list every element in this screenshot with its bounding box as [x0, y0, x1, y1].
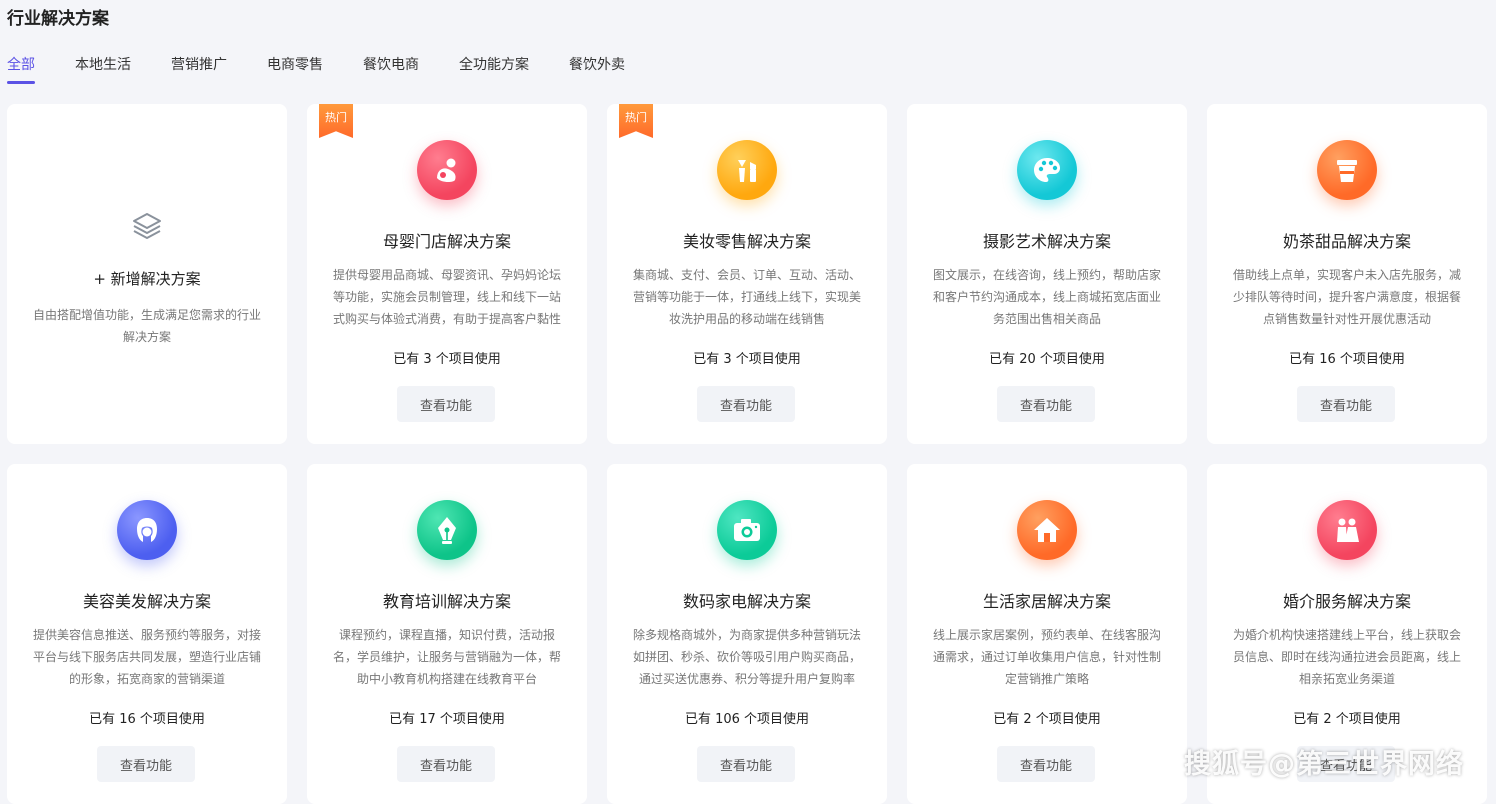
tab-ecommerce-retail[interactable]: 电商零售 — [267, 54, 323, 84]
usage-count: 已有 106 个项目使用 — [684, 712, 810, 727]
usage-count: 已有 17 个项目使用 — [389, 712, 505, 727]
view-features-button[interactable]: 查看功能 — [997, 386, 1095, 422]
solution-desc: 集商城、支付、会员、订单、互动、活动、营销等功能于一体，打通线上线下，实现美妆洗… — [632, 268, 861, 326]
layers-icon — [133, 213, 161, 239]
solution-desc: 借助线上点单，实现客户未入店先服务，减少排队等待时间，提升客户满意度，根据餐点销… — [1232, 268, 1461, 326]
page-title: 行业解决方案 — [7, 9, 109, 29]
solution-desc: 图文展示，在线咨询，线上预约，帮助店家和客户节约沟通成本，线上商城拓宽店面业务范… — [932, 268, 1161, 326]
tab-all[interactable]: 全部 — [7, 54, 35, 84]
view-features-button[interactable]: 查看功能 — [697, 386, 795, 422]
solution-name: 婚介服务解决方案 — [1282, 592, 1411, 611]
solution-card: 热门 美妆零售解决方案 集商城、支付、会员、订单、互动、活动、营销等功能于一体，… — [607, 104, 887, 444]
camera-icon — [717, 500, 777, 560]
tab-full-feature[interactable]: 全功能方案 — [459, 54, 529, 84]
solution-name: 教育培训解决方案 — [382, 592, 511, 611]
solution-card: 奶茶甜品解决方案 借助线上点单，实现客户未入店先服务，减少排队等待时间，提升客户… — [1207, 104, 1487, 444]
tab-marketing[interactable]: 营销推广 — [171, 54, 227, 84]
solution-name: 母婴门店解决方案 — [382, 232, 511, 251]
view-features-button[interactable]: 查看功能 — [1297, 386, 1395, 422]
solution-desc: 线上展示家居案例，预约表单、在线客服沟通需求，通过订单收集用户信息，针对性制定营… — [932, 628, 1161, 686]
tab-food-delivery[interactable]: 餐饮外卖 — [569, 54, 625, 84]
tab-catering-ecommerce[interactable]: 餐饮电商 — [363, 54, 419, 84]
solution-card: 热门 母婴门店解决方案 提供母婴用品商城、母婴资讯、孕妈妈论坛等功能，实施会员制… — [307, 104, 587, 444]
house-icon — [1017, 500, 1077, 560]
watermark: 搜狐号@第三世界网络 — [1184, 749, 1464, 780]
solution-name: 奶茶甜品解决方案 — [1282, 232, 1411, 251]
mother-baby-icon — [417, 140, 477, 200]
usage-count: 已有 2 个项目使用 — [993, 712, 1101, 727]
add-solution-desc: 自由搭配增值功能，生成满足您需求的行业解决方案 — [32, 308, 261, 344]
solution-card: 摄影艺术解决方案 图文展示，在线咨询，线上预约，帮助店家和客户节约沟通成本，线上… — [907, 104, 1187, 444]
add-solution-card[interactable]: + 新增解决方案 自由搭配增值功能，生成满足您需求的行业解决方案 — [7, 104, 287, 444]
usage-count: 已有 3 个项目使用 — [693, 352, 801, 367]
solution-desc: 除多规格商城外，为商家提供多种营销玩法如拼团、秒杀、砍价等吸引用户购买商品，通过… — [632, 628, 861, 686]
couple-icon — [1317, 500, 1377, 560]
solution-card: 生活家居解决方案 线上展示家居案例，预约表单、在线客服沟通需求，通过订单收集用户… — [907, 464, 1187, 804]
pen-nib-icon — [417, 500, 477, 560]
view-features-button[interactable]: 查看功能 — [97, 746, 195, 782]
hot-badge: 热门 — [619, 104, 653, 138]
usage-count: 已有 16 个项目使用 — [89, 712, 205, 727]
view-features-button[interactable]: 查看功能 — [997, 746, 1095, 782]
solution-name: 生活家居解决方案 — [982, 592, 1111, 611]
add-solution-title: + 新增解决方案 — [93, 270, 201, 288]
view-features-button[interactable]: 查看功能 — [697, 746, 795, 782]
makeup-icon — [717, 140, 777, 200]
solution-desc: 为婚介机构快速搭建线上平台，线上获取会员信息、即时在线沟通拉进会员距离，线上相亲… — [1232, 628, 1461, 686]
solution-name: 美容美发解决方案 — [82, 592, 211, 611]
solution-card: 美容美发解决方案 提供美容信息推送、服务预约等服务，对接平台与线下服务店共同发展… — [7, 464, 287, 804]
usage-count: 已有 20 个项目使用 — [989, 352, 1105, 367]
solution-desc: 课程预约，课程直播，知识付费，活动报名，学员维护，让服务与营销融为一体，帮助中小… — [332, 628, 561, 686]
view-features-button[interactable]: 查看功能 — [397, 746, 495, 782]
palette-icon — [1017, 140, 1077, 200]
hair-icon — [117, 500, 177, 560]
usage-count: 已有 16 个项目使用 — [1289, 352, 1405, 367]
usage-count: 已有 3 个项目使用 — [393, 352, 501, 367]
solution-name: 美妆零售解决方案 — [682, 232, 811, 251]
cup-icon — [1317, 140, 1377, 200]
view-features-button[interactable]: 查看功能 — [397, 386, 495, 422]
solution-grid: + 新增解决方案 自由搭配增值功能，生成满足您需求的行业解决方案 热门 母婴门店… — [7, 104, 1487, 804]
hot-badge: 热门 — [319, 104, 353, 138]
usage-count: 已有 2 个项目使用 — [1293, 712, 1401, 727]
tab-local-life[interactable]: 本地生活 — [75, 54, 131, 84]
solution-card: 教育培训解决方案 课程预约，课程直播，知识付费，活动报名，学员维护，让服务与营销… — [307, 464, 587, 804]
solution-desc: 提供美容信息推送、服务预约等服务，对接平台与线下服务店共同发展，塑造行业店铺的形… — [32, 628, 261, 686]
solution-name: 摄影艺术解决方案 — [982, 232, 1111, 251]
solution-card: 数码家电解决方案 除多规格商城外，为商家提供多种营销玩法如拼团、秒杀、砍价等吸引… — [607, 464, 887, 804]
solution-desc: 提供母婴用品商城、母婴资讯、孕妈妈论坛等功能，实施会员制管理，线上和线下一站式购… — [332, 268, 561, 326]
solution-name: 数码家电解决方案 — [682, 592, 811, 611]
